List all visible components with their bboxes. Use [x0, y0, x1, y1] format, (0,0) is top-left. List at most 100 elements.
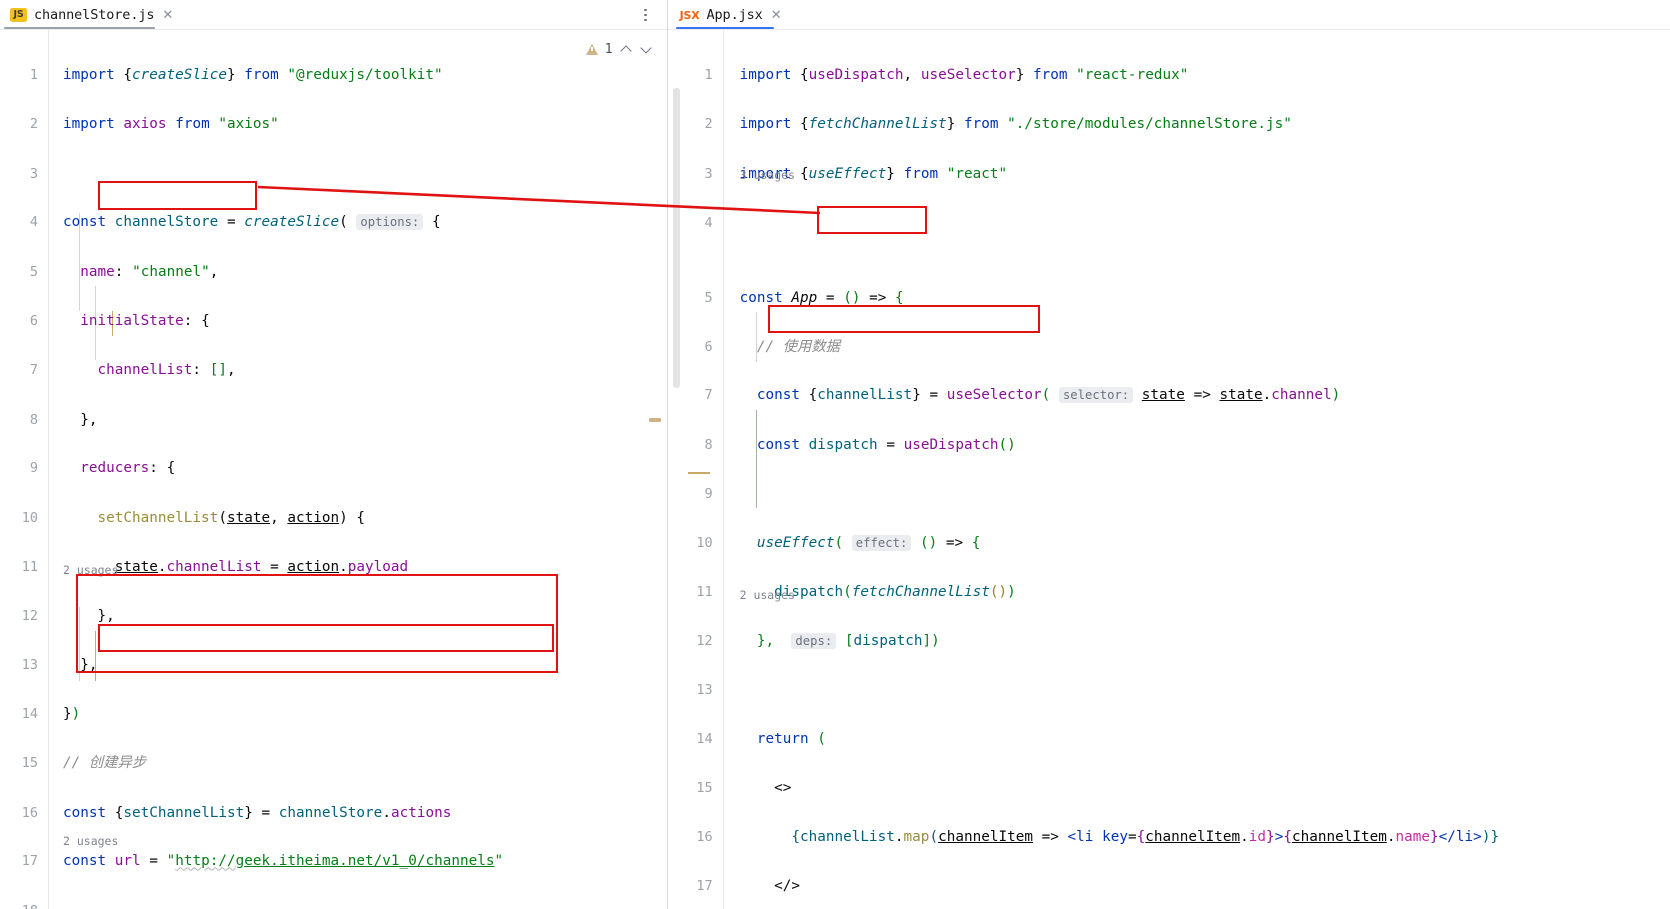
- code-line: 15 // 创建异步: [0, 751, 667, 775]
- code-line: 3 import {useEffect} from "react": [668, 162, 1670, 186]
- code-line: 17 </>: [668, 874, 1670, 898]
- line-text: <>: [774, 780, 792, 797]
- line-number: 15: [21, 755, 38, 772]
- tabbar-right: JSX App.jsx ✕: [667, 0, 1670, 30]
- usages-hint[interactable]: 2 usages: [63, 829, 118, 853]
- line-number: 18: [0, 899, 38, 909]
- code-line: 18: [0, 899, 667, 909]
- line-number: 17: [696, 878, 713, 895]
- line-text: import axios from "axios": [63, 116, 279, 133]
- line-number: 17: [21, 853, 38, 870]
- code-line: 14 return (: [668, 727, 1670, 751]
- scrollbar-warning-marker[interactable]: [648, 418, 661, 422]
- line-text: const dispatch = useDispatch(): [756, 436, 1016, 453]
- code-line: 4: [668, 211, 1670, 235]
- code-line: 1 import {createSlice} from "@reduxjs/to…: [0, 63, 667, 87]
- line-text: // 创建异步: [63, 755, 147, 772]
- usages-hint[interactable]: 2 usages: [740, 583, 795, 607]
- line-number: 6: [29, 312, 38, 329]
- code-content-right: 1 import {useDispatch, useSelector} from…: [668, 30, 1670, 909]
- line-number: 16: [21, 804, 38, 821]
- line-number: 13: [21, 656, 38, 673]
- code-editor-right[interactable]: 1 import {useDispatch, useSelector} from…: [668, 30, 1670, 909]
- code-line: 5 const App = () => {: [668, 286, 1670, 310]
- code-line: 8 },: [0, 408, 667, 432]
- close-icon[interactable]: ✕: [161, 9, 173, 22]
- code-line: 10 setChannelList(state, action) {: [0, 506, 667, 530]
- line-text: channelList: [],: [97, 362, 236, 379]
- line-text: }, deps: [dispatch]): [756, 633, 940, 650]
- line-number: 5: [704, 289, 713, 306]
- code-line: 14 }): [0, 702, 667, 726]
- usages-hint[interactable]: 3 usages: [740, 163, 795, 187]
- ide-window: JS channelStore.js ✕ 1 1 import {createS…: [0, 0, 1670, 909]
- code-line: 1 import {useDispatch, useSelector} from…: [668, 63, 1670, 87]
- line-text: useEffect( effect: () => {: [756, 534, 981, 551]
- line-text: // 使用数据: [739, 338, 840, 355]
- line-number: 3: [29, 165, 38, 182]
- line-text: }): [63, 706, 81, 723]
- line-text: initialState: {: [80, 312, 210, 329]
- code-line: 10 useEffect( effect: () => {: [668, 531, 1670, 555]
- jsx-file-icon: JSX: [679, 8, 700, 22]
- code-line: 13 },: [0, 653, 667, 677]
- line-number: 15: [696, 780, 713, 797]
- line-number: 8: [29, 411, 38, 428]
- line-number: 6: [704, 338, 713, 355]
- code-line: 2 import {fetchChannelList} from "./stor…: [668, 112, 1670, 136]
- code-line: 6 initialState: {: [0, 309, 667, 333]
- line-text: return (: [756, 731, 826, 748]
- line-number: 16: [696, 828, 713, 845]
- line-number: 1: [704, 67, 713, 83]
- tab-label: channelStore.js: [34, 7, 155, 23]
- code-line: 16 const {setChannelList} = channelStore…: [0, 801, 667, 825]
- code-line: 4 const channelStore = createSlice( opti…: [0, 210, 667, 234]
- line-text: </>: [774, 878, 800, 895]
- line-number: 11: [21, 558, 38, 575]
- code-content-left: 1 import {createSlice} from "@reduxjs/to…: [0, 30, 667, 909]
- code-line: 2 import axios from "axios": [0, 112, 667, 136]
- close-icon[interactable]: ✕: [770, 9, 782, 22]
- code-line: 12 }, deps: [dispatch]): [668, 629, 1670, 653]
- code-line: 3: [0, 162, 667, 186]
- more-options-icon[interactable]: [639, 5, 653, 25]
- code-line: 7 channelList: [],: [0, 358, 667, 382]
- code-line: 16 {channelList.map(channelItem => <li k…: [668, 825, 1670, 849]
- line-text: {channelList.map(channelItem => <li key=…: [791, 828, 1500, 845]
- editor-pane-left: JS channelStore.js ✕ 1 1 import {createS…: [0, 0, 668, 909]
- code-line: 9 reducers: {: [0, 456, 667, 480]
- line-number: 2: [704, 116, 713, 133]
- line-text: import {useDispatch, useSelector} from "…: [739, 67, 1189, 83]
- code-line: 11 dispatch(fetchChannelList()): [668, 580, 1670, 604]
- line-text: const channelStore = createSlice( option…: [63, 214, 441, 231]
- usages-hint[interactable]: 2 usages: [63, 558, 118, 582]
- code-line: 13: [668, 678, 1670, 702]
- line-text: const {channelList} = useSelector( selec…: [756, 387, 1341, 404]
- line-number: 8: [704, 436, 713, 453]
- line-number: 1: [29, 67, 38, 83]
- line-number: 4: [704, 215, 713, 232]
- line-number: 9: [29, 460, 38, 477]
- tab-channelstore-js[interactable]: JS channelStore.js ✕: [0, 0, 181, 30]
- code-line: 8 const dispatch = useDispatch(): [668, 433, 1670, 457]
- line-number: 12: [696, 633, 713, 650]
- tab-app-jsx[interactable]: JSX App.jsx ✕: [668, 0, 790, 30]
- code-line: 7 const {channelList} = useSelector( sel…: [668, 383, 1670, 407]
- line-text: const App = () => {: [739, 289, 904, 306]
- code-line: 9: [668, 482, 1670, 506]
- line-number: 3: [704, 165, 713, 182]
- line-text: const {setChannelList} = channelStore.ac…: [63, 804, 452, 821]
- js-file-icon: JS: [10, 8, 27, 22]
- code-line: 12 },: [0, 604, 667, 628]
- editor-pane-right: JSX App.jsx ✕ 1 import {useDispatch, use…: [667, 0, 1670, 909]
- line-text: },: [80, 411, 98, 428]
- line-text: setChannelList(state, action) {: [97, 509, 366, 526]
- line-number: 2: [29, 116, 38, 133]
- line-number: 7: [29, 362, 38, 379]
- code-editor-left[interactable]: 1 import {createSlice} from "@reduxjs/to…: [0, 30, 667, 909]
- line-number: 10: [21, 509, 38, 526]
- line-text: import {createSlice} from "@reduxjs/tool…: [63, 67, 443, 83]
- line-text: },: [97, 608, 115, 625]
- line-text: import {fetchChannelList} from "./store/…: [739, 116, 1292, 133]
- line-number: 13: [696, 681, 713, 698]
